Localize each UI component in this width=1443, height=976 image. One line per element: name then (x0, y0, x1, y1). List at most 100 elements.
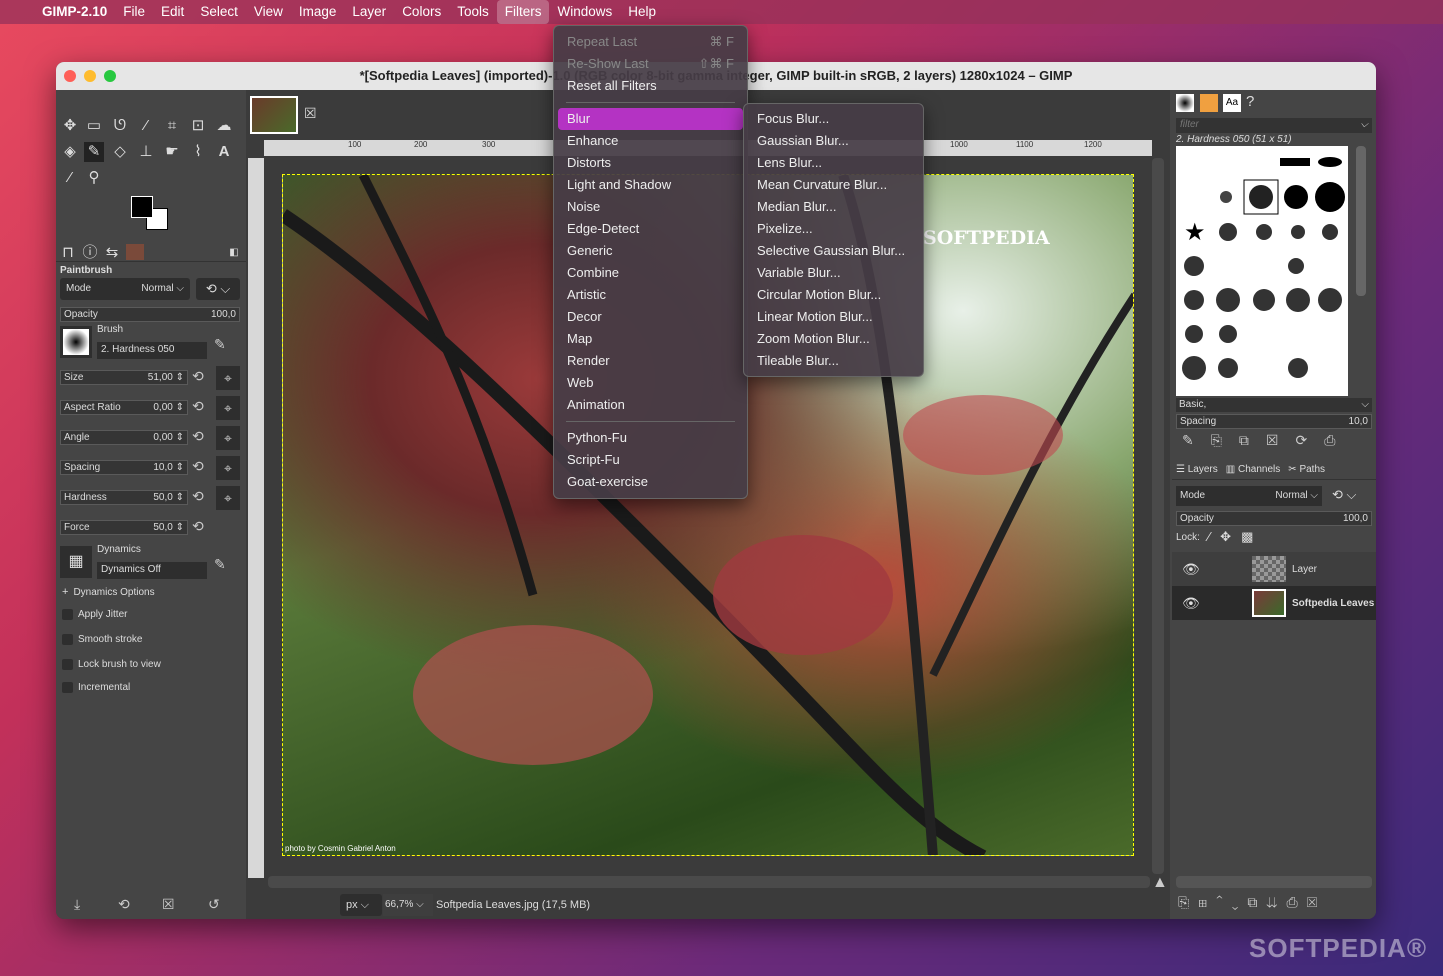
layers-tab[interactable]: ☰ Layers (1176, 464, 1218, 475)
menu-layer[interactable]: Layer (344, 0, 394, 24)
menu-item-decor[interactable]: Decor (554, 306, 747, 328)
navigate-icon[interactable]: ▲ (1152, 874, 1168, 892)
text-tool-icon[interactable]: A (214, 142, 234, 162)
reset-options-icon[interactable]: ↺ (208, 896, 220, 913)
help-tab-icon[interactable]: ? (1246, 93, 1254, 110)
paths-tab[interactable]: ✂ Paths (1288, 464, 1325, 475)
reset-hardness-icon[interactable]: ⟲ (192, 488, 204, 505)
brush-scrollbar[interactable] (1356, 146, 1366, 296)
undo-history-tab-icon[interactable]: ⇆ (102, 243, 122, 263)
clone-icon[interactable]: ⊥ (136, 142, 156, 162)
menu-item-generic[interactable]: Generic (554, 240, 747, 262)
device-status-tab-icon[interactable]: ⓘ (80, 243, 100, 263)
layer-row[interactable]: 👁 Layer (1172, 552, 1376, 586)
incremental-checkbox[interactable]: Incremental (62, 682, 130, 693)
dynamics-select[interactable]: Dynamics Off (97, 562, 207, 579)
brush-tag-input[interactable]: Basic, ⌵ (1176, 398, 1372, 412)
horizontal-scrollbar[interactable] (268, 876, 1150, 888)
menu-item-focus-blur[interactable]: Focus Blur... (744, 108, 923, 130)
reset-aspect-ratio-icon[interactable]: ⟲ (192, 398, 204, 415)
menu-edit[interactable]: Edit (153, 0, 192, 24)
vertical-ruler[interactable] (248, 158, 264, 878)
paintbrush-icon[interactable]: ✎ (84, 142, 104, 162)
menu-item-combine[interactable]: Combine (554, 262, 747, 284)
menu-item-gaussian-blur[interactable]: Gaussian Blur... (744, 130, 923, 152)
close-tab-icon[interactable]: ☒ (304, 105, 317, 122)
warp-icon[interactable]: ☁ (214, 116, 234, 136)
menu-item-reshow-last[interactable]: Re-Show Last ⇧⌘ F (554, 53, 747, 75)
zoom-tool-icon[interactable]: ⚲ (84, 168, 104, 188)
dynamics-options-expander[interactable]: + Dynamics Options (62, 586, 155, 598)
brush-name[interactable]: 2. Hardness 050 (97, 342, 207, 359)
angle-slider[interactable]: Angle 0,00 ⇕ (60, 430, 188, 445)
menu-item-web[interactable]: Web (554, 372, 747, 394)
visibility-eye-icon[interactable]: 👁 (1182, 561, 1200, 578)
smudge-icon[interactable]: ☛ (162, 142, 182, 162)
reset-spacing-icon[interactable]: ⟲ (192, 458, 204, 475)
smooth-stroke-checkbox[interactable]: Smooth stroke (62, 634, 142, 645)
layer-row[interactable]: 👁 Softpedia Leaves (1172, 586, 1376, 620)
foreground-color[interactable] (131, 196, 153, 218)
menu-item-pixelize[interactable]: Pixelize... (744, 218, 923, 240)
menu-item-python-fu[interactable]: Python-Fu (554, 427, 747, 449)
patterns-tab-icon[interactable] (1200, 94, 1218, 112)
reset-force-icon[interactable]: ⟲ (192, 518, 204, 535)
menu-filters[interactable]: Filters (496, 0, 550, 24)
brushes-tab-icon[interactable] (1176, 94, 1194, 112)
menu-item-enhance[interactable]: Enhance (554, 130, 747, 152)
edit-dynamics-icon[interactable]: ✎ (214, 556, 226, 573)
menu-item-variable-blur[interactable]: Variable Blur... (744, 262, 923, 284)
menu-windows[interactable]: Windows (549, 0, 620, 24)
menu-item-animation[interactable]: Animation (554, 394, 747, 416)
brush-spacing-slider[interactable]: Spacing 10,0 (1176, 414, 1372, 429)
menu-colors[interactable]: Colors (394, 0, 449, 24)
restore-options-icon[interactable]: ⟲ (118, 896, 130, 913)
menu-item-lens-blur[interactable]: Lens Blur... (744, 152, 923, 174)
menu-item-mean-curvature-blur[interactable]: Mean Curvature Blur... (744, 174, 923, 196)
save-options-icon[interactable]: ⤓ (74, 896, 80, 913)
menu-item-noise[interactable]: Noise (554, 196, 747, 218)
spacing-slider[interactable]: Spacing 10,0 ⇕ (60, 460, 188, 475)
menu-item-selective-gaussian-blur[interactable]: Selective Gaussian Blur... (744, 240, 923, 262)
menu-image[interactable]: Image (291, 0, 345, 24)
vertical-scrollbar[interactable] (1152, 158, 1164, 874)
aspect-ratio-slider[interactable]: Aspect Ratio 0,00 ⇕ (60, 400, 188, 415)
paths-icon[interactable]: ⌇ (188, 142, 208, 162)
menu-item-script-fu[interactable]: Script-Fu (554, 449, 747, 471)
link-size-icon[interactable]: ⌖ (216, 366, 240, 390)
bucket-fill-icon[interactable]: ◈ (60, 142, 80, 162)
size-slider[interactable]: Size 51,00 ⇕ (60, 370, 188, 385)
unit-select[interactable]: px ⌵ (340, 894, 382, 916)
menu-item-tileable-blur[interactable]: Tileable Blur... (744, 350, 923, 372)
menu-item-zoom-motion-blur[interactable]: Zoom Motion Blur... (744, 328, 923, 350)
lasso-icon[interactable]: ᘎ (110, 116, 130, 136)
reset-angle-icon[interactable]: ⟲ (192, 428, 204, 445)
apply-jitter-checkbox[interactable]: Apply Jitter (62, 609, 127, 620)
menu-item-light-and-shadow[interactable]: Light and Shadow (554, 174, 747, 196)
menu-item-map[interactable]: Map (554, 328, 747, 350)
visibility-eye-icon[interactable]: 👁 (1182, 595, 1200, 612)
menu-view[interactable]: View (246, 0, 291, 24)
zoom-select[interactable]: 66,7% ⌵ (383, 894, 433, 916)
reset-mode-button[interactable]: ⟲ ⌵ (196, 278, 240, 300)
minimize-button[interactable] (84, 70, 96, 82)
force-slider[interactable]: Force 50,0 ⇕ (60, 520, 188, 535)
mode-select[interactable]: Mode Normal ⌵ (60, 278, 190, 300)
layer-opacity-slider[interactable]: Opacity 100,0 (1176, 511, 1372, 526)
opacity-slider[interactable]: Opacity 100,0 (60, 307, 240, 322)
link-aspect-ratio-icon[interactable]: ⌖ (216, 396, 240, 420)
delete-options-icon[interactable]: ☒ (162, 896, 175, 913)
rect-select-icon[interactable]: ▭ (84, 116, 104, 136)
menu-item-blur[interactable]: Blur (558, 108, 743, 130)
menu-item-edge-detect[interactable]: Edge-Detect (554, 218, 747, 240)
menu-item-circular-motion-blur[interactable]: Circular Motion Blur... (744, 284, 923, 306)
eraser-icon[interactable]: ◇ (110, 142, 130, 162)
image-tab-thumbnail[interactable] (250, 96, 298, 134)
menu-item-median-blur[interactable]: Median Blur... (744, 196, 923, 218)
brush-filter-input[interactable]: filter ⌵ (1176, 118, 1372, 133)
tool-options-tab-icon[interactable]: ⊓ (58, 243, 78, 263)
move-tool-icon[interactable]: ✥ (60, 116, 80, 136)
panel-menu-icon[interactable]: ◧ (224, 243, 244, 263)
menu-tools[interactable]: Tools (449, 0, 497, 24)
menu-item-linear-motion-blur[interactable]: Linear Motion Blur... (744, 306, 923, 328)
